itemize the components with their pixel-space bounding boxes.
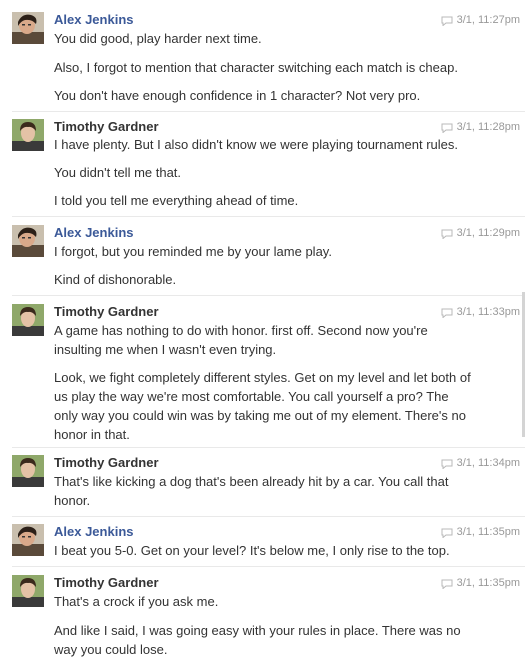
message-line: Look, we fight completely different styl…	[54, 370, 471, 442]
author-name[interactable]: Timothy Gardner	[54, 455, 159, 471]
avatar[interactable]	[12, 12, 44, 44]
message-line: I forgot, but you reminded me by your la…	[54, 244, 332, 259]
timestamp: 3/1, 11:33pm	[441, 304, 520, 320]
message-line: You did good, play harder next time.	[54, 31, 262, 46]
timestamp-text: 3/1, 11:35pm	[456, 526, 520, 538]
divider	[12, 295, 525, 296]
chat-bubble-icon	[441, 578, 453, 590]
message-line: Kind of dishonorable.	[54, 272, 177, 287]
author-name[interactable]: Alex Jenkins	[54, 225, 134, 241]
author-name[interactable]: Timothy Gardner	[54, 304, 159, 320]
message-line: You don't have enough confidence in 1 ch…	[54, 88, 421, 103]
chat-bubble-icon	[441, 15, 453, 27]
message-line: That's like kicking a dog that's been al…	[54, 474, 449, 508]
timestamp-text: 3/1, 11:27pm	[456, 14, 520, 26]
timestamp: 3/1, 11:29pm	[441, 225, 520, 241]
timestamp-text: 3/1, 11:33pm	[456, 306, 520, 318]
divider	[12, 566, 525, 567]
divider	[12, 447, 525, 448]
avatar[interactable]	[12, 455, 44, 487]
author-name[interactable]: Alex Jenkins	[54, 524, 134, 540]
chat-bubble-icon	[441, 122, 453, 134]
timestamp: 3/1, 11:35pm	[441, 575, 520, 591]
divider	[12, 216, 525, 217]
author-name[interactable]: Timothy Gardner	[54, 119, 159, 135]
timestamp: 3/1, 11:34pm	[441, 455, 520, 471]
avatar[interactable]	[12, 119, 44, 151]
author-name[interactable]: Timothy Gardner	[54, 575, 159, 591]
chat-bubble-icon	[441, 307, 453, 319]
avatar[interactable]	[12, 304, 44, 336]
chat-bubble-icon	[441, 228, 453, 240]
chat-bubble-icon	[441, 458, 453, 470]
timestamp: 3/1, 11:28pm	[441, 119, 520, 135]
timestamp-text: 3/1, 11:34pm	[456, 457, 520, 469]
chat-bubble-icon	[441, 527, 453, 539]
message-line: Also, I forgot to mention that character…	[54, 60, 458, 75]
divider	[12, 111, 525, 112]
timestamp: 3/1, 11:35pm	[441, 524, 520, 540]
author-name[interactable]: Alex Jenkins	[54, 12, 134, 28]
message-line: A game has nothing to do with honor. fir…	[54, 323, 428, 357]
avatar[interactable]	[12, 225, 44, 257]
message-line: I told you tell me everything ahead of t…	[54, 193, 299, 208]
message-line: I have plenty. But I also didn't know we…	[54, 137, 459, 152]
avatar[interactable]	[12, 575, 44, 607]
avatar[interactable]	[12, 524, 44, 556]
divider	[12, 516, 525, 517]
message-line: That's a crock if you ask me.	[54, 594, 219, 609]
timestamp-text: 3/1, 11:28pm	[456, 121, 520, 133]
message-line: I beat you 5-0. Get on your level? It's …	[54, 543, 450, 558]
timestamp-text: 3/1, 11:35pm	[456, 577, 520, 589]
timestamp: 3/1, 11:27pm	[441, 12, 520, 28]
message-line: You didn't tell me that.	[54, 165, 182, 180]
message-thread: Alex Jenkins 3/1, 11:27pm You did good, …	[0, 0, 525, 672]
message-line: And like I said, I was going easy with y…	[54, 623, 461, 657]
timestamp-text: 3/1, 11:29pm	[456, 227, 520, 239]
